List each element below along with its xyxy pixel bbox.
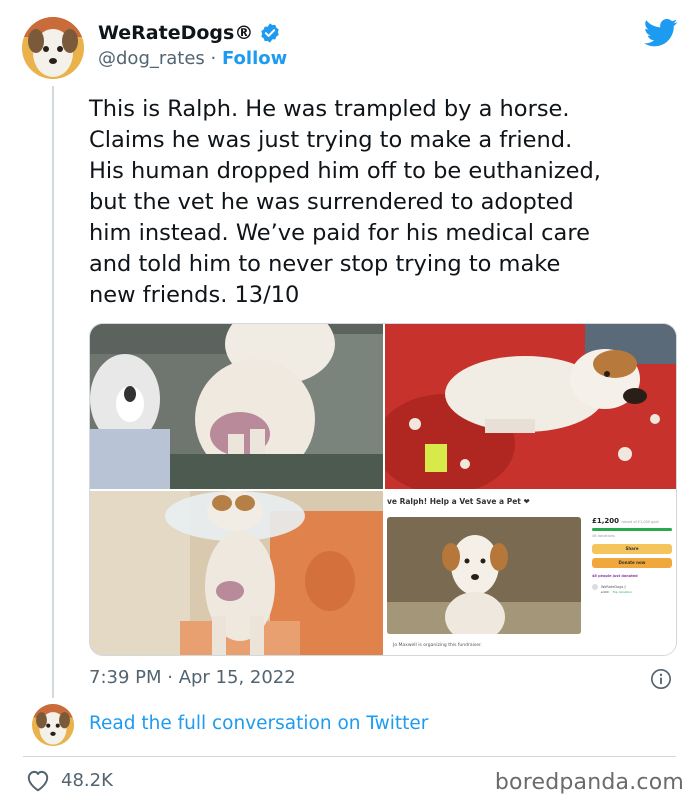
fundraiser-screenshot[interactable]: ve Ralph! Help a Vet Save a Pet ❤ Jo Max…	[385, 491, 676, 655]
dog-avatar-small-image	[32, 704, 74, 746]
like-action[interactable]: 48.2K	[25, 768, 113, 792]
donor-name: WeRateDogs ▯	[601, 585, 627, 589]
photo-dog-red-blanket[interactable]	[385, 324, 676, 489]
dog-avatar-image	[22, 17, 84, 79]
info-icon[interactable]	[650, 668, 672, 690]
author-handle[interactable]: @dog_rates	[98, 48, 205, 69]
boredpanda-watermark: boredpanda.com	[494, 770, 684, 795]
photo-dog-injured-leg[interactable]	[90, 324, 383, 489]
fundraiser-raised: £1,200	[592, 517, 620, 525]
fundraiser-photo-image	[387, 517, 581, 634]
photo-dog-cone[interactable]	[90, 491, 383, 655]
tweet-timestamp[interactable]: 7:39 PM · Apr 15, 2022	[89, 667, 296, 688]
donor-see-link: Top donation	[612, 590, 632, 594]
fundraiser-donate-button: Donate now	[592, 558, 672, 568]
author-avatar[interactable]	[22, 17, 84, 79]
photo-3-image	[90, 491, 383, 655]
read-full-conversation-link[interactable]: Read the full conversation on Twitter	[89, 713, 428, 734]
photo-2-image	[385, 324, 676, 489]
fundraiser-panel: £1,200 raised of £1,000 goal 46 donation…	[592, 517, 672, 617]
like-count: 48.2K	[61, 769, 113, 791]
fundraiser-organizer: Jo Maxwell is organizing this fundraiser…	[393, 643, 482, 648]
reply-avatar[interactable]	[32, 704, 74, 746]
donor-amount: £400	[601, 590, 609, 594]
author-block: WeRateDogs® @dog_rates · Follow	[98, 22, 287, 69]
thread-line	[52, 86, 54, 698]
twitter-bird-icon[interactable]	[644, 18, 678, 48]
fundraiser-share-button: Share	[592, 544, 672, 554]
media-grid[interactable]: ve Ralph! Help a Vet Save a Pet ❤ Jo Max…	[89, 323, 677, 656]
fundraiser-progress-bar	[592, 528, 672, 531]
fundraiser-dog-photo	[387, 517, 581, 634]
fundraiser-recent-donors: 46 people just donated	[592, 574, 638, 578]
donor-icon	[592, 584, 598, 590]
photo-1-image	[90, 324, 383, 489]
fundraiser-goal: raised of £1,000 goal	[621, 520, 659, 524]
fundraiser-progress-fill	[592, 528, 672, 531]
handle-separator: ·	[204, 48, 222, 69]
follow-button[interactable]: Follow	[222, 48, 287, 69]
heart-icon[interactable]	[25, 768, 51, 792]
tweet-text: This is Ralph. He was trampled by a hors…	[89, 96, 601, 308]
fundraiser-donations: 46 donations	[592, 534, 615, 538]
author-display-name[interactable]: WeRateDogs®	[98, 22, 253, 44]
footer-divider	[23, 756, 676, 757]
verified-badge-icon	[261, 23, 280, 43]
fundraiser-title: ve Ralph! Help a Vet Save a Pet ❤	[387, 497, 530, 506]
